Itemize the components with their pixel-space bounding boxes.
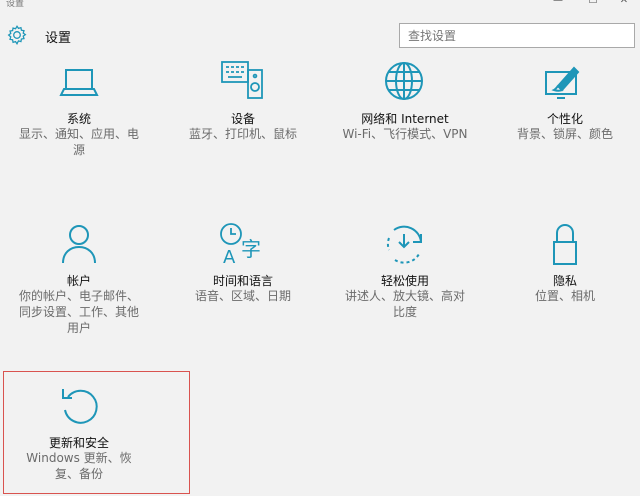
- person-icon: [62, 225, 96, 264]
- tile-title: 时间和语言: [212, 274, 273, 288]
- maximize-button[interactable]: ☐: [583, 0, 603, 6]
- tile-title: 网络和 Internet: [361, 112, 449, 126]
- tile-description: 语音、区域、日期: [194, 289, 291, 303]
- window-titlebar: 设置 — ☐ ✕: [0, 0, 640, 10]
- page-title: 设置: [45, 31, 72, 46]
- tile-description: 你的帐户、电子邮件、 同步设置、工作、其他 用户: [18, 289, 139, 335]
- tile-description: Wi-Fi、飞行模式、VPN: [342, 127, 468, 141]
- laptop-icon: [59, 69, 99, 96]
- tile-privacy[interactable]: 隐私 位置、相机: [490, 222, 640, 352]
- tile-system[interactable]: 系统 显示、通知、应用、电源: [4, 58, 154, 188]
- tile-devices[interactable]: 设备 蓝牙、打印机、鼠标: [168, 58, 318, 188]
- tile-personalization[interactable]: 个性化 背景、锁屏、颜色: [490, 58, 640, 188]
- tile-description: Windows 更新、恢 复、备份: [26, 451, 132, 481]
- personalization-icon: [545, 66, 580, 99]
- window-title: 设置: [6, 0, 25, 9]
- tile-accounts[interactable]: 帐户 你的帐户、电子邮件、 同步设置、工作、其他 用户: [4, 222, 154, 352]
- search-box[interactable]: [399, 23, 635, 48]
- time-language-icon: A 字: [220, 223, 261, 266]
- gear-icon: [7, 25, 27, 45]
- tile-description: 位置、相机: [534, 289, 595, 303]
- search-input[interactable]: [400, 24, 634, 47]
- svg-text:字: 字: [241, 237, 261, 261]
- tile-network[interactable]: 网络和 Internet Wi-Fi、飞行模式、VPN: [330, 58, 480, 188]
- tile-title: 更新和安全: [48, 436, 109, 450]
- tile-title: 隐私: [552, 274, 577, 288]
- tile-update-security[interactable]: 更新和安全 Windows 更新、恢 复、备份: [4, 386, 154, 496]
- tile-title: 个性化: [546, 112, 583, 126]
- tile-description: 讲述人、放大镜、高对 比度: [344, 289, 465, 319]
- lock-icon: [553, 224, 577, 265]
- update-icon: [62, 389, 98, 424]
- tile-description: 背景、锁屏、颜色: [516, 127, 613, 141]
- tile-time-language[interactable]: A 字 时间和语言 语音、区域、日期: [168, 222, 318, 352]
- svg-text:A: A: [223, 247, 236, 266]
- devices-icon: [221, 61, 263, 99]
- ease-of-access-icon: [386, 225, 422, 264]
- minimize-button[interactable]: —: [548, 0, 568, 6]
- tile-ease-of-access[interactable]: 轻松使用 讲述人、放大镜、高对 比度: [330, 222, 480, 352]
- globe-icon: [385, 62, 423, 100]
- tile-title: 帐户: [66, 274, 91, 288]
- close-button[interactable]: ✕: [614, 0, 634, 6]
- tile-description: 显示、通知、应用、电源: [18, 127, 139, 157]
- tile-title: 轻松使用: [380, 274, 429, 288]
- tile-title: 设备: [230, 112, 255, 126]
- tile-description: 蓝牙、打印机、鼠标: [188, 127, 297, 141]
- tile-title: 系统: [66, 112, 91, 126]
